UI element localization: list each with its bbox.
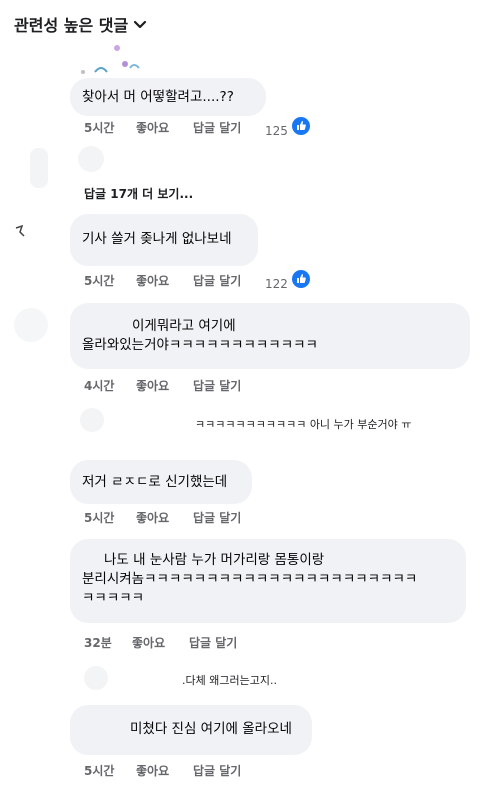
comment-actions: 5시간 좋아요 답글 달기 bbox=[84, 509, 265, 526]
avatar bbox=[78, 146, 104, 172]
reply-button[interactable]: 답글 달기 bbox=[193, 762, 265, 779]
avatar bbox=[14, 308, 48, 342]
like-button[interactable]: 좋아요 bbox=[136, 377, 193, 394]
comment-actions: 32분 좋아요 답글 달기 bbox=[84, 634, 261, 651]
reply-button[interactable]: 답글 달기 bbox=[193, 272, 265, 289]
comment-time[interactable]: 5시간 bbox=[84, 509, 136, 526]
comment-text: 미쳤다 진심 여기에 올라오네 bbox=[130, 721, 292, 737]
comment-time[interactable]: 32분 bbox=[84, 634, 132, 651]
like-button[interactable]: 좋아요 bbox=[132, 634, 189, 651]
comment-text: 저거 ㄹㅈㄷ로 신기했는데 bbox=[82, 474, 228, 490]
comment-bubble: 찾아서 머 어떻할려고....?? bbox=[70, 78, 266, 116]
chevron-down-icon bbox=[134, 20, 147, 29]
comment-bubble: 나도 내 눈사람 누가 머가리랑 몸통이랑 분리시켜놈ㅋㅋㅋㅋㅋㅋㅋㅋㅋㅋㅋㅋㅋ… bbox=[70, 539, 466, 623]
comment-line: 올라와있는거야ㅋㅋㅋㅋㅋㅋㅋㅋㅋㅋㅋㅋ bbox=[82, 337, 318, 353]
comment-text: 찾아서 머 어떻할려고....?? bbox=[82, 89, 234, 105]
comment-time[interactable]: 5시간 bbox=[84, 762, 136, 779]
like-button[interactable]: 좋아요 bbox=[136, 509, 193, 526]
thumbs-up-icon bbox=[291, 270, 310, 288]
reaction-count-value: 122 bbox=[265, 277, 288, 291]
comments-filter-header[interactable]: 관련성 높은 댓글 bbox=[14, 12, 148, 36]
comment-time[interactable]: 5시간 bbox=[84, 272, 136, 289]
comment-text: 기사 쓸거 좆나게 없나보네 bbox=[82, 231, 232, 247]
comment-actions: 4시간 좋아요 답글 달기 bbox=[84, 377, 265, 394]
reply-button[interactable]: 답글 달기 bbox=[193, 377, 265, 394]
comment-line: 나도 내 눈사람 누가 머가리랑 몸통이랑 bbox=[104, 552, 325, 568]
avatar bbox=[80, 408, 104, 432]
comment-line: 이게뭐라고 여기에 bbox=[132, 318, 236, 334]
avatar bbox=[84, 666, 108, 690]
reply-button[interactable]: 답글 달기 bbox=[193, 509, 265, 526]
comment-bubble: 저거 ㄹㅈㄷ로 신기했는데 bbox=[70, 460, 252, 504]
reply-button[interactable]: 답글 달기 bbox=[193, 119, 265, 136]
comment-actions: 5시간 좋아요 답글 달기 122 bbox=[84, 270, 310, 291]
avatar bbox=[30, 148, 48, 188]
filter-title: 관련성 높은 댓글 bbox=[14, 16, 129, 35]
reply-preview-text[interactable]: .다체 왜그러는고지.. bbox=[182, 672, 277, 688]
comment-time[interactable]: 4시간 bbox=[84, 377, 136, 394]
comment-line: ㅋㅋㅋㅋㅋ bbox=[82, 590, 145, 606]
comment-bubble: 미쳤다 진심 여기에 올라오네 bbox=[70, 705, 312, 755]
comment-actions: 5시간 좋아요 답글 달기 bbox=[84, 762, 265, 779]
comment-bubble: 기사 쓸거 좆나게 없나보네 bbox=[70, 214, 258, 266]
reply-preview-text[interactable]: ㅋㅋㅋㅋㅋㅋㅋㅋㅋㅋㅋ 아니 누가 부순거야 ㅠ bbox=[195, 416, 411, 432]
like-button[interactable]: 좋아요 bbox=[136, 762, 193, 779]
reaction-count[interactable]: 122 bbox=[265, 270, 310, 291]
thumbs-up-icon bbox=[291, 117, 310, 135]
like-button[interactable]: 좋아요 bbox=[136, 119, 193, 136]
comment-bubble: 이게뭐라고 여기에 올라와있는거야ㅋㅋㅋㅋㅋㅋㅋㅋㅋㅋㅋㅋ bbox=[70, 303, 470, 369]
like-button[interactable]: 좋아요 bbox=[136, 272, 193, 289]
reaction-count-value: 125 bbox=[265, 124, 288, 138]
comment-time[interactable]: 5시간 bbox=[84, 119, 136, 136]
view-more-replies-link[interactable]: 답글 17개 더 보기... bbox=[84, 185, 193, 202]
sticker-decoration-icon bbox=[81, 45, 140, 74]
avatar bbox=[15, 224, 25, 237]
reply-button[interactable]: 답글 달기 bbox=[189, 634, 261, 651]
comment-line: 분리시켜놈ㅋㅋㅋㅋㅋㅋㅋㅋㅋㅋㅋㅋㅋㅋㅋㅋㅋㅋㅋㅋㅋㅋ bbox=[82, 571, 418, 587]
comment-actions: 5시간 좋아요 답글 달기 125 bbox=[84, 117, 310, 138]
reaction-count[interactable]: 125 bbox=[265, 117, 310, 138]
